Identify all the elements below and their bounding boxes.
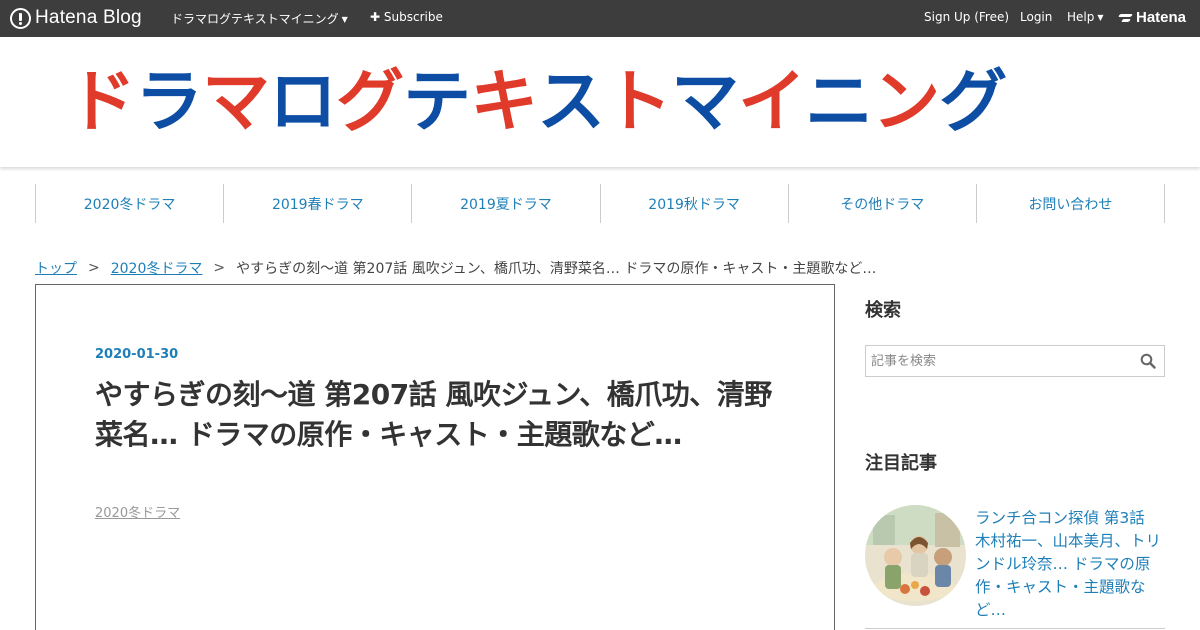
logo-char: ド xyxy=(68,63,136,142)
logo-char: グ xyxy=(939,63,1007,142)
breadcrumb-current: やすらぎの刻～道 第207話 風吹ジュン、橋爪功、清野菜名… ドラマの原作・キャ… xyxy=(236,261,877,277)
hatena-logo-text: Hatena xyxy=(1136,9,1187,26)
hatena-blog-logo-icon xyxy=(10,7,31,29)
logo-char: ニ xyxy=(805,63,873,142)
nav-item-2019-summer[interactable]: 2019夏ドラマ xyxy=(411,184,599,223)
nav-item-contact[interactable]: お問い合わせ xyxy=(975,184,1166,223)
article-category-link[interactable]: 2020冬ドラマ xyxy=(95,502,180,521)
article-title[interactable]: やすらぎの刻～道 第207話 風吹ジュン、橋爪功、清野菜名… ドラマの原作・キャ… xyxy=(95,375,785,455)
logo-char: キ xyxy=(470,63,538,142)
login-link[interactable]: Login xyxy=(1020,10,1052,24)
hatena-logo[interactable]: Hatena xyxy=(1119,9,1186,26)
help-label: Help xyxy=(1067,10,1095,24)
article-date[interactable]: 2020-01-30 xyxy=(95,347,178,362)
breadcrumb: トップ > 2020冬ドラマ > やすらぎの刻～道 第207話 風吹ジュン、橋爪… xyxy=(35,258,876,278)
blog-title-logo[interactable]: ドラマログテキストマイニング xyxy=(68,63,1132,143)
logo-char: ト xyxy=(604,63,672,142)
plus-icon: ✚ xyxy=(370,10,381,24)
nav-item-other[interactable]: その他ドラマ xyxy=(787,184,976,223)
featured-article-link[interactable]: ランチ合コン探偵 第3話 木村祐一、山本美月、トリンドル玲奈… ドラマの原作・キ… xyxy=(975,507,1165,622)
hatena-topbar: Hatena Blog ドラマログテキストマイニング ▼ ✚ Subscribe … xyxy=(0,0,1200,37)
nav-item-2020-winter[interactable]: 2020冬ドラマ xyxy=(35,184,223,223)
blog-header: ドラマログテキストマイニング xyxy=(0,37,1200,167)
nav-item-2019-spring[interactable]: 2019春ドラマ xyxy=(223,184,411,223)
logo-char: ン xyxy=(872,63,940,142)
chevron-down-icon: ▼ xyxy=(341,15,348,24)
sidebar-featured-heading: 注目記事 xyxy=(865,453,937,474)
featured-thumbnail-image xyxy=(865,505,966,606)
blog-menu-dropdown[interactable]: ドラマログテキストマイニング ▼ xyxy=(171,10,348,27)
subscribe-button[interactable]: ✚ Subscribe xyxy=(370,10,443,24)
breadcrumb-category-link[interactable]: 2020冬ドラマ xyxy=(111,258,203,278)
sidebar-search-heading: 検索 xyxy=(865,300,901,321)
article-card: 2020-01-30 やすらぎの刻～道 第207話 風吹ジュン、橋爪功、清野菜名… xyxy=(35,284,835,630)
breadcrumb-separator: > xyxy=(213,260,226,276)
blog-menu-label: ドラマログテキストマイニング xyxy=(171,12,339,26)
search-form xyxy=(865,345,1165,377)
logo-char: ス xyxy=(537,63,605,142)
logo-char: イ xyxy=(738,63,806,142)
category-nav: 2020冬ドラマ 2019春ドラマ 2019夏ドラマ 2019秋ドラマ その他ド… xyxy=(35,184,1166,223)
logo-char: マ xyxy=(671,63,739,142)
logo-char: ラ xyxy=(135,63,203,142)
breadcrumb-top-link[interactable]: トップ xyxy=(35,258,77,278)
help-dropdown[interactable]: Help ▼ xyxy=(1067,10,1104,24)
logo-char: グ xyxy=(336,63,404,142)
search-icon[interactable] xyxy=(1140,353,1156,369)
signup-link[interactable]: Sign Up (Free) xyxy=(924,10,1009,24)
breadcrumb-separator: > xyxy=(88,260,100,276)
logo-char: マ xyxy=(202,63,270,142)
subscribe-label: Subscribe xyxy=(383,10,443,24)
chevron-down-icon: ▼ xyxy=(1097,13,1104,22)
logo-char: ロ xyxy=(269,63,337,142)
featured-article-thumbnail[interactable] xyxy=(865,505,966,606)
sidebar-divider xyxy=(865,628,1165,629)
hatena-blog-brand[interactable]: Hatena Blog xyxy=(10,6,142,30)
logo-char: テ xyxy=(403,63,471,142)
hatena-mark-icon xyxy=(1119,13,1132,23)
nav-item-2019-autumn[interactable]: 2019秋ドラマ xyxy=(599,184,788,223)
hatena-blog-brand-text: Hatena Blog xyxy=(35,7,142,28)
search-input[interactable] xyxy=(871,352,1131,370)
